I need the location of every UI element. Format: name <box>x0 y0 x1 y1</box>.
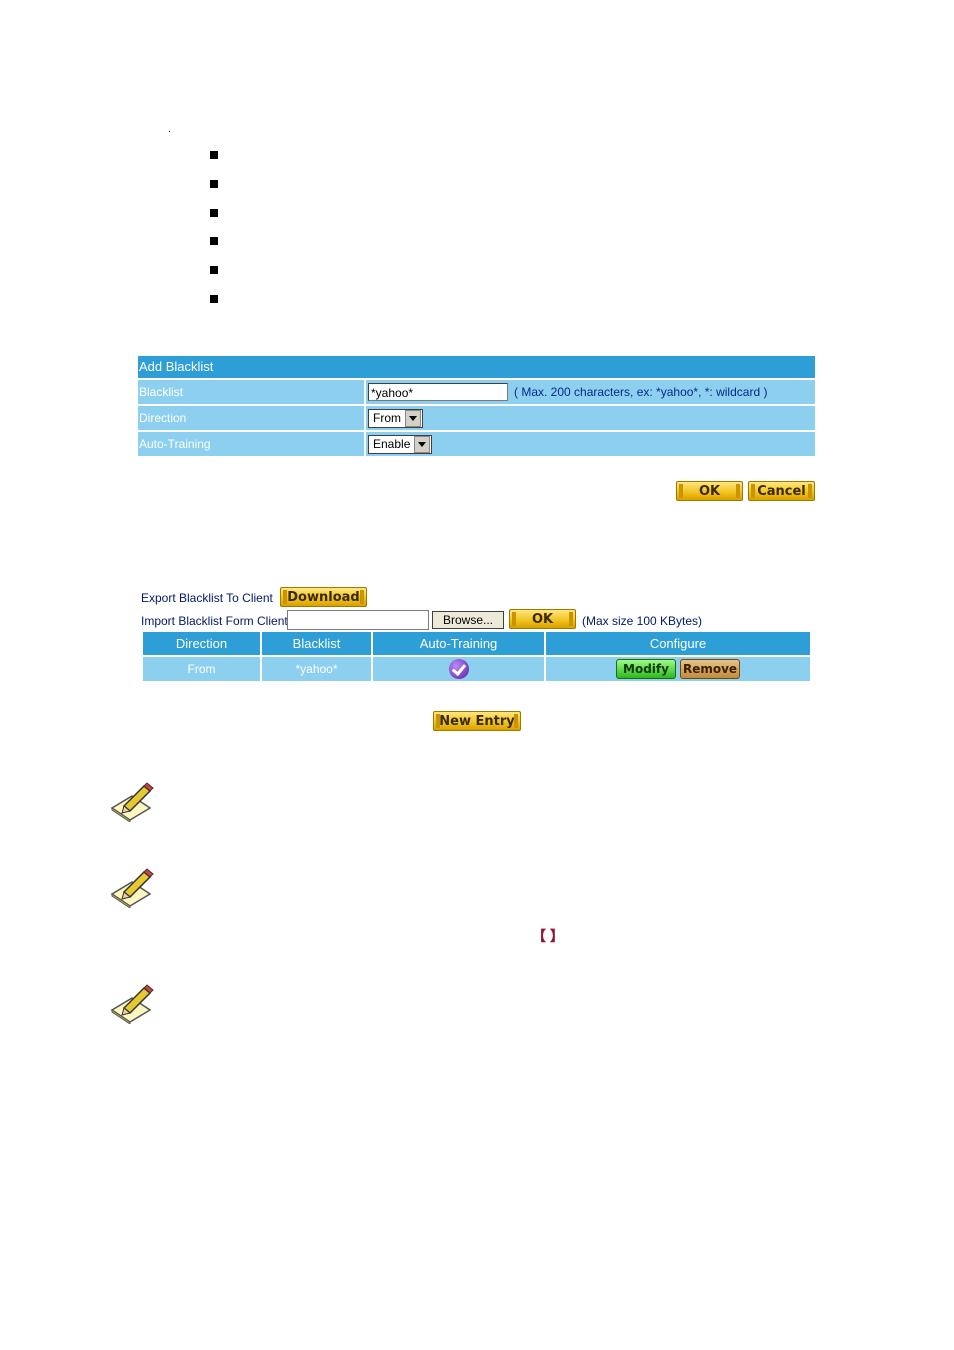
blacklist-input[interactable]: *yahoo* <box>368 383 508 401</box>
add-blacklist-form: Add Blacklist Blacklist *yahoo* ( Max. 2… <box>138 356 815 456</box>
import-size-hint: (Max size 100 KBytes) <box>582 614 703 628</box>
note-pencil-icon <box>110 984 154 1024</box>
bullet-3 <box>210 209 218 217</box>
ok-button[interactable]: OK <box>676 481 743 501</box>
header-configure: Configure <box>546 632 810 655</box>
header-blacklist: Blacklist <box>262 632 373 655</box>
direction-value: From <box>373 411 401 425</box>
cancel-button[interactable]: Cancel <box>748 481 815 501</box>
bullet-2 <box>210 180 218 188</box>
header-direction: Direction <box>143 632 262 655</box>
bullet-1 <box>210 151 218 159</box>
import-file-input[interactable] <box>287 610 429 630</box>
blacklist-table: Direction Blacklist Auto-Training Config… <box>143 632 810 681</box>
cell-configure: Modify Remove <box>546 657 810 681</box>
import-label: Import Blacklist Form Client <box>141 614 288 628</box>
cell-blacklist: *yahoo* <box>262 657 373 681</box>
remove-button[interactable]: Remove <box>680 659 740 679</box>
direction-row: Direction From <box>138 406 815 430</box>
chevron-down-icon <box>405 409 421 427</box>
header-auto-training: Auto-Training <box>373 632 546 655</box>
export-label: Export Blacklist To Client <box>141 591 273 605</box>
bullet-6 <box>210 295 218 303</box>
chevron-down-icon <box>414 435 431 453</box>
blacklist-label: Blacklist <box>138 380 366 404</box>
blacklist-row: Blacklist *yahoo* ( Max. 200 characters,… <box>138 380 815 404</box>
bullet-5 <box>210 266 218 274</box>
note-pencil-icon <box>110 868 154 908</box>
auto-training-value: Enable <box>373 437 411 451</box>
bullet-4 <box>210 237 218 245</box>
auto-training-row: Auto-Training Enable <box>138 432 815 456</box>
new-entry-button[interactable]: New Entry <box>433 711 521 731</box>
import-ok-button[interactable]: OK <box>509 609 576 629</box>
check-icon <box>448 659 469 679</box>
browse-button[interactable]: Browse... <box>432 611 504 629</box>
cell-direction: From <box>143 657 262 681</box>
blacklist-hint: ( Max. 200 characters, ex: *yahoo*, *: w… <box>514 385 768 399</box>
table-row: From *yahoo* Modify Remove <box>143 657 810 681</box>
brackets-mark: 【 】 <box>532 928 564 944</box>
stray-dot: . <box>168 124 171 135</box>
auto-training-select[interactable]: Enable <box>368 434 433 454</box>
modify-button[interactable]: Modify <box>616 659 676 679</box>
download-button[interactable]: Download <box>280 587 367 607</box>
table-header-row: Direction Blacklist Auto-Training Config… <box>143 632 810 655</box>
cell-auto-training <box>373 657 546 681</box>
form-title: Add Blacklist <box>138 356 815 378</box>
note-pencil-icon <box>110 782 154 822</box>
direction-select[interactable]: From <box>368 408 423 428</box>
auto-training-label: Auto-Training <box>138 432 366 456</box>
direction-label: Direction <box>138 406 366 430</box>
